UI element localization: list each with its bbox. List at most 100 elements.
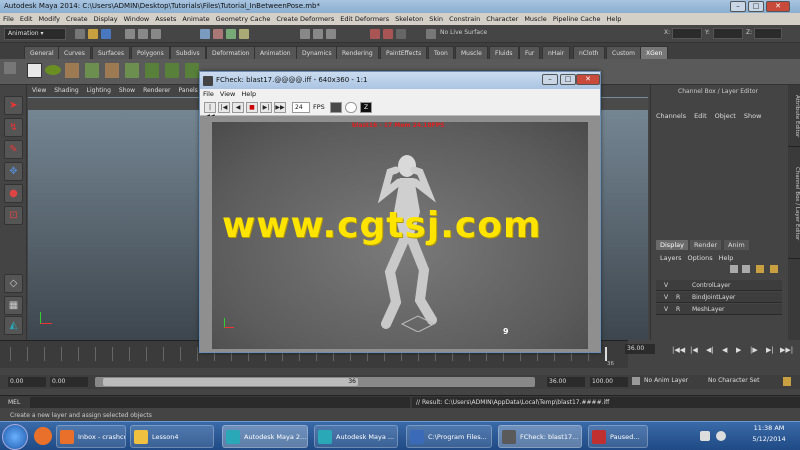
menu-skin[interactable]: Skin: [426, 13, 446, 25]
time-cursor[interactable]: [605, 347, 607, 361]
move-tool-icon[interactable]: ✥: [4, 162, 23, 181]
shelf-tab-dynamics[interactable]: Dynamics: [296, 46, 338, 59]
fcheck-fast-forward-icon[interactable]: ▶▶: [274, 102, 286, 113]
start-button[interactable]: [2, 424, 28, 450]
menu-create-deformers[interactable]: Create Deformers: [273, 13, 337, 25]
select-hierarchy-icon[interactable]: [125, 29, 135, 39]
snap-curve-icon[interactable]: [313, 29, 323, 39]
go-to-end-icon[interactable]: ▶▶|: [780, 346, 793, 354]
fcheck-menu-help[interactable]: Help: [238, 89, 259, 100]
menu-animate[interactable]: Animate: [179, 13, 212, 25]
layer-move-down-icon[interactable]: [742, 265, 750, 273]
network-icon[interactable]: [700, 431, 710, 441]
xgen-clump-icon[interactable]: [185, 63, 199, 78]
menu-skeleton[interactable]: Skeleton: [392, 13, 426, 25]
xgen-description-icon[interactable]: [85, 63, 99, 78]
volume-icon[interactable]: [716, 431, 726, 441]
layer-row[interactable]: V ControlLayer: [656, 280, 782, 291]
fcheck-fps-input[interactable]: 24: [292, 102, 310, 113]
maximize-button[interactable]: □: [748, 1, 764, 12]
fcheck-maximize-button[interactable]: □: [560, 74, 576, 85]
fcheck-play-back-icon[interactable]: ◀: [232, 102, 244, 113]
shelf-tab-animation[interactable]: Animation: [254, 46, 297, 59]
fcheck-minimize-button[interactable]: –: [542, 74, 558, 85]
current-frame-field[interactable]: 36.00: [625, 344, 655, 354]
playback-end-field[interactable]: 36.00: [547, 377, 585, 387]
shelf-tab-custom[interactable]: Custom: [606, 46, 641, 59]
lasso-tool-icon[interactable]: ↯: [4, 118, 23, 137]
fcheck-rewind-icon[interactable]: |◀◀: [204, 102, 216, 120]
taskbar-item[interactable]: Autodesk Maya 2...: [222, 425, 308, 448]
menu-muscle[interactable]: Muscle: [521, 13, 550, 25]
shelf-tab-fluids[interactable]: Fluids: [489, 46, 519, 59]
layer-visible[interactable]: V: [664, 280, 668, 291]
character-set-selector[interactable]: No Character Set: [708, 377, 759, 384]
side-tab-channel-box[interactable]: Channel Box / Layer Editor: [788, 149, 800, 259]
select-object-icon[interactable]: [138, 29, 148, 39]
step-forward-key-icon[interactable]: ▶|: [766, 346, 774, 354]
new-scene-icon[interactable]: [75, 29, 85, 39]
play-forward-icon[interactable]: ▶: [736, 346, 741, 354]
layer-visible[interactable]: V: [664, 292, 668, 303]
layer-reference[interactable]: R: [676, 292, 680, 303]
snap-point-icon[interactable]: [326, 29, 336, 39]
shelf-tab-muscle[interactable]: Muscle: [455, 46, 488, 59]
mask-icon[interactable]: [200, 29, 210, 39]
play-backward-icon[interactable]: ◀: [722, 346, 727, 354]
new-layer-selected-icon[interactable]: [770, 265, 778, 273]
fcheck-step-forward-icon[interactable]: ▶|: [260, 102, 272, 113]
layer-menu-options[interactable]: Options: [688, 254, 713, 262]
shelf-tab-deformation[interactable]: Deformation: [206, 46, 256, 59]
start-time-field[interactable]: 0.00: [8, 377, 46, 387]
layout-four-icon[interactable]: ▦: [4, 296, 23, 315]
cb-menu-show[interactable]: Show: [744, 112, 762, 120]
xgen-guides-icon[interactable]: [105, 63, 119, 78]
anim-layer-selector[interactable]: No Anim Layer: [644, 377, 688, 384]
mask-icon-4[interactable]: [239, 29, 249, 39]
fcheck-alpha-icon[interactable]: [345, 102, 357, 113]
step-forward-icon[interactable]: |▶: [750, 346, 758, 354]
render-settings-icon[interactable]: [396, 29, 406, 39]
taskbar-item[interactable]: Autodesk Maya ...: [314, 425, 398, 448]
layer-tab-display[interactable]: Display: [656, 240, 688, 250]
taskbar-item[interactable]: FCheck: blast17...: [498, 425, 582, 448]
minimize-button[interactable]: –: [730, 1, 746, 12]
paint-select-icon[interactable]: ✎: [4, 140, 23, 159]
side-tab-attribute-editor[interactable]: Attribute Editor: [788, 87, 800, 147]
menu-window[interactable]: Window: [121, 13, 153, 25]
cb-menu-channels[interactable]: Channels: [656, 112, 686, 120]
playback-start-field[interactable]: 0.00: [50, 377, 88, 387]
menu-edit-deformers[interactable]: Edit Deformers: [337, 13, 392, 25]
y-field[interactable]: [713, 28, 743, 39]
menu-edit[interactable]: Edit: [17, 13, 36, 25]
shelf-tab-painteffects[interactable]: PaintEffects: [380, 46, 428, 59]
cb-menu-object[interactable]: Object: [715, 112, 736, 120]
shelf-tab-fur[interactable]: Fur: [519, 46, 541, 59]
shelf-tab-curves[interactable]: Curves: [58, 46, 91, 59]
mode-selector[interactable]: Animation ▾: [4, 28, 66, 40]
layer-tab-render[interactable]: Render: [690, 240, 722, 250]
auto-key-icon[interactable]: [783, 377, 791, 386]
menu-assets[interactable]: Assets: [152, 13, 179, 25]
end-time-field[interactable]: 100.00: [590, 377, 628, 387]
xgen-modifier-icon[interactable]: [165, 63, 179, 78]
menu-character[interactable]: Character: [483, 13, 521, 25]
menu-create[interactable]: Create: [63, 13, 91, 25]
menu-file[interactable]: File: [0, 13, 17, 25]
taskbar-item[interactable]: C:\Program Files...: [406, 425, 492, 448]
layer-reference[interactable]: R: [676, 304, 680, 315]
vp-menu-show[interactable]: Show: [115, 85, 139, 97]
xgen-brush-icon[interactable]: [125, 63, 139, 78]
fcheck-step-back-icon[interactable]: |◀: [218, 102, 230, 113]
menu-help[interactable]: Help: [604, 13, 625, 25]
range-slider[interactable]: 36: [95, 377, 535, 387]
layer-row[interactable]: V R MeshLayer: [656, 304, 782, 315]
taskbar-clock[interactable]: 11:38 AM 5/12/2014: [740, 423, 798, 445]
save-scene-icon[interactable]: [101, 29, 111, 39]
shelf-tab-xgen[interactable]: XGen: [640, 46, 669, 59]
layer-row[interactable]: V R BindJointLayer: [656, 292, 782, 303]
taskbar-item[interactable]: Paused...: [588, 425, 648, 448]
layer-visible[interactable]: V: [664, 304, 668, 315]
layout-single-icon[interactable]: ◇: [4, 274, 23, 293]
vp-menu-shading[interactable]: Shading: [50, 85, 82, 97]
